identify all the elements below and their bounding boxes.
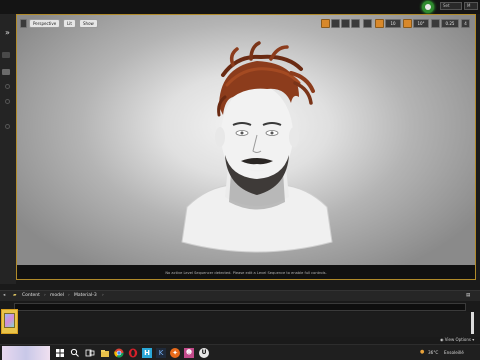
- app-k-icon[interactable]: K: [156, 348, 166, 358]
- content-search-input[interactable]: [14, 303, 466, 311]
- lit-button[interactable]: Lit: [63, 19, 76, 28]
- header-button-settings[interactable]: Set: [440, 2, 462, 10]
- content-browser-asset-area: [0, 312, 480, 337]
- scale-snap-icon[interactable]: [431, 19, 440, 28]
- grid-size-value[interactable]: 10: [385, 19, 401, 28]
- breadcrumb-model[interactable]: model: [50, 293, 64, 298]
- task-view-icon[interactable]: [85, 348, 95, 358]
- windows-taskbar: H K ✦ ☻ U ● 36°C Ensoleillé: [0, 344, 480, 360]
- editor-header: Set M: [0, 0, 480, 14]
- header-button-label: M: [467, 3, 471, 8]
- grid-size-label: 10: [390, 21, 396, 26]
- breadcrumb-separator-icon: ›: [44, 293, 46, 298]
- grid-snap-icon[interactable]: [375, 19, 384, 28]
- weather-text[interactable]: Ensoleillé: [444, 350, 464, 355]
- viewport-menu-button[interactable]: [20, 19, 27, 28]
- asset-preview: [4, 313, 15, 328]
- view-options-button[interactable]: ◉ View Options ▾: [440, 337, 474, 342]
- camera-speed-label: 4: [464, 21, 467, 26]
- panel-tab[interactable]: [2, 52, 10, 58]
- scale-snap-value[interactable]: 0.25: [441, 19, 459, 28]
- header-button-m[interactable]: M: [464, 2, 478, 10]
- character-bust-model[interactable]: [167, 37, 347, 262]
- chevron-down-icon: ▾: [470, 337, 475, 342]
- app-h-icon[interactable]: H: [142, 348, 152, 358]
- file-explorer-icon[interactable]: [100, 348, 110, 358]
- search-icon[interactable]: [70, 348, 80, 358]
- history-back-icon[interactable]: ◂: [3, 293, 5, 298]
- rotation-snap-icon[interactable]: [403, 19, 412, 28]
- level-viewport[interactable]: Perspective Lit Show 10 10° 0.25 4 No ac…: [16, 14, 476, 280]
- rotation-snap-label: 10°: [417, 21, 425, 26]
- panel-tab[interactable]: [2, 69, 10, 75]
- show-button[interactable]: Show: [79, 19, 98, 28]
- world-space-icon[interactable]: [363, 19, 372, 28]
- perspective-label: Perspective: [33, 21, 57, 26]
- asset-thumbnail[interactable]: [1, 309, 18, 334]
- breadcrumb-material[interactable]: Material-3: [74, 293, 97, 298]
- breadcrumb-separator-icon: ›: [102, 293, 104, 298]
- chevron-right-icon[interactable]: »: [5, 28, 10, 37]
- view-options-label: View Options: [444, 337, 471, 342]
- chrome-icon[interactable]: [114, 348, 124, 358]
- folder-settings-icon[interactable]: ▤: [466, 293, 470, 298]
- perspective-button[interactable]: Perspective: [29, 19, 61, 28]
- opera-icon[interactable]: [128, 348, 138, 358]
- unreal-engine-taskbar-icon[interactable]: U: [199, 348, 209, 358]
- radio-icon[interactable]: [5, 84, 10, 89]
- breadcrumb-content[interactable]: Content: [22, 293, 40, 298]
- weather-sun-icon: ●: [420, 349, 425, 355]
- app-u-icon[interactable]: ☻: [184, 348, 194, 358]
- header-button-label: Set: [443, 3, 450, 8]
- translate-icon[interactable]: [331, 19, 340, 28]
- viewport-message: No active Level Sequencer detected. Plea…: [165, 271, 327, 275]
- select-mode-icon[interactable]: [321, 19, 330, 28]
- app-x-icon[interactable]: ✦: [170, 348, 180, 358]
- lit-label: Lit: [67, 21, 72, 26]
- show-label: Show: [83, 21, 94, 26]
- left-panel-strip: »: [0, 14, 16, 284]
- radio-icon[interactable]: [5, 99, 10, 104]
- rotate-icon[interactable]: [341, 19, 350, 28]
- temperature-text[interactable]: 36°C: [428, 350, 438, 355]
- unreal-engine-icon[interactable]: [422, 1, 434, 13]
- content-browser-path-bar: ◂ ▰ Content › model › Material-3 › ▤: [0, 290, 480, 301]
- scale-snap-label: 0.25: [445, 21, 455, 26]
- folder-icon[interactable]: ▰: [13, 293, 16, 298]
- camera-speed-icon[interactable]: 4: [461, 19, 470, 28]
- breadcrumb-separator-icon: ›: [68, 293, 70, 298]
- asset-area-scrollbar[interactable]: [471, 312, 474, 334]
- rotation-snap-value[interactable]: 10°: [413, 19, 429, 28]
- scale-icon[interactable]: [351, 19, 360, 28]
- desktop-thumbnail-icon[interactable]: [2, 346, 50, 360]
- windows-start-icon[interactable]: [55, 348, 65, 358]
- radio-icon[interactable]: [5, 124, 10, 129]
